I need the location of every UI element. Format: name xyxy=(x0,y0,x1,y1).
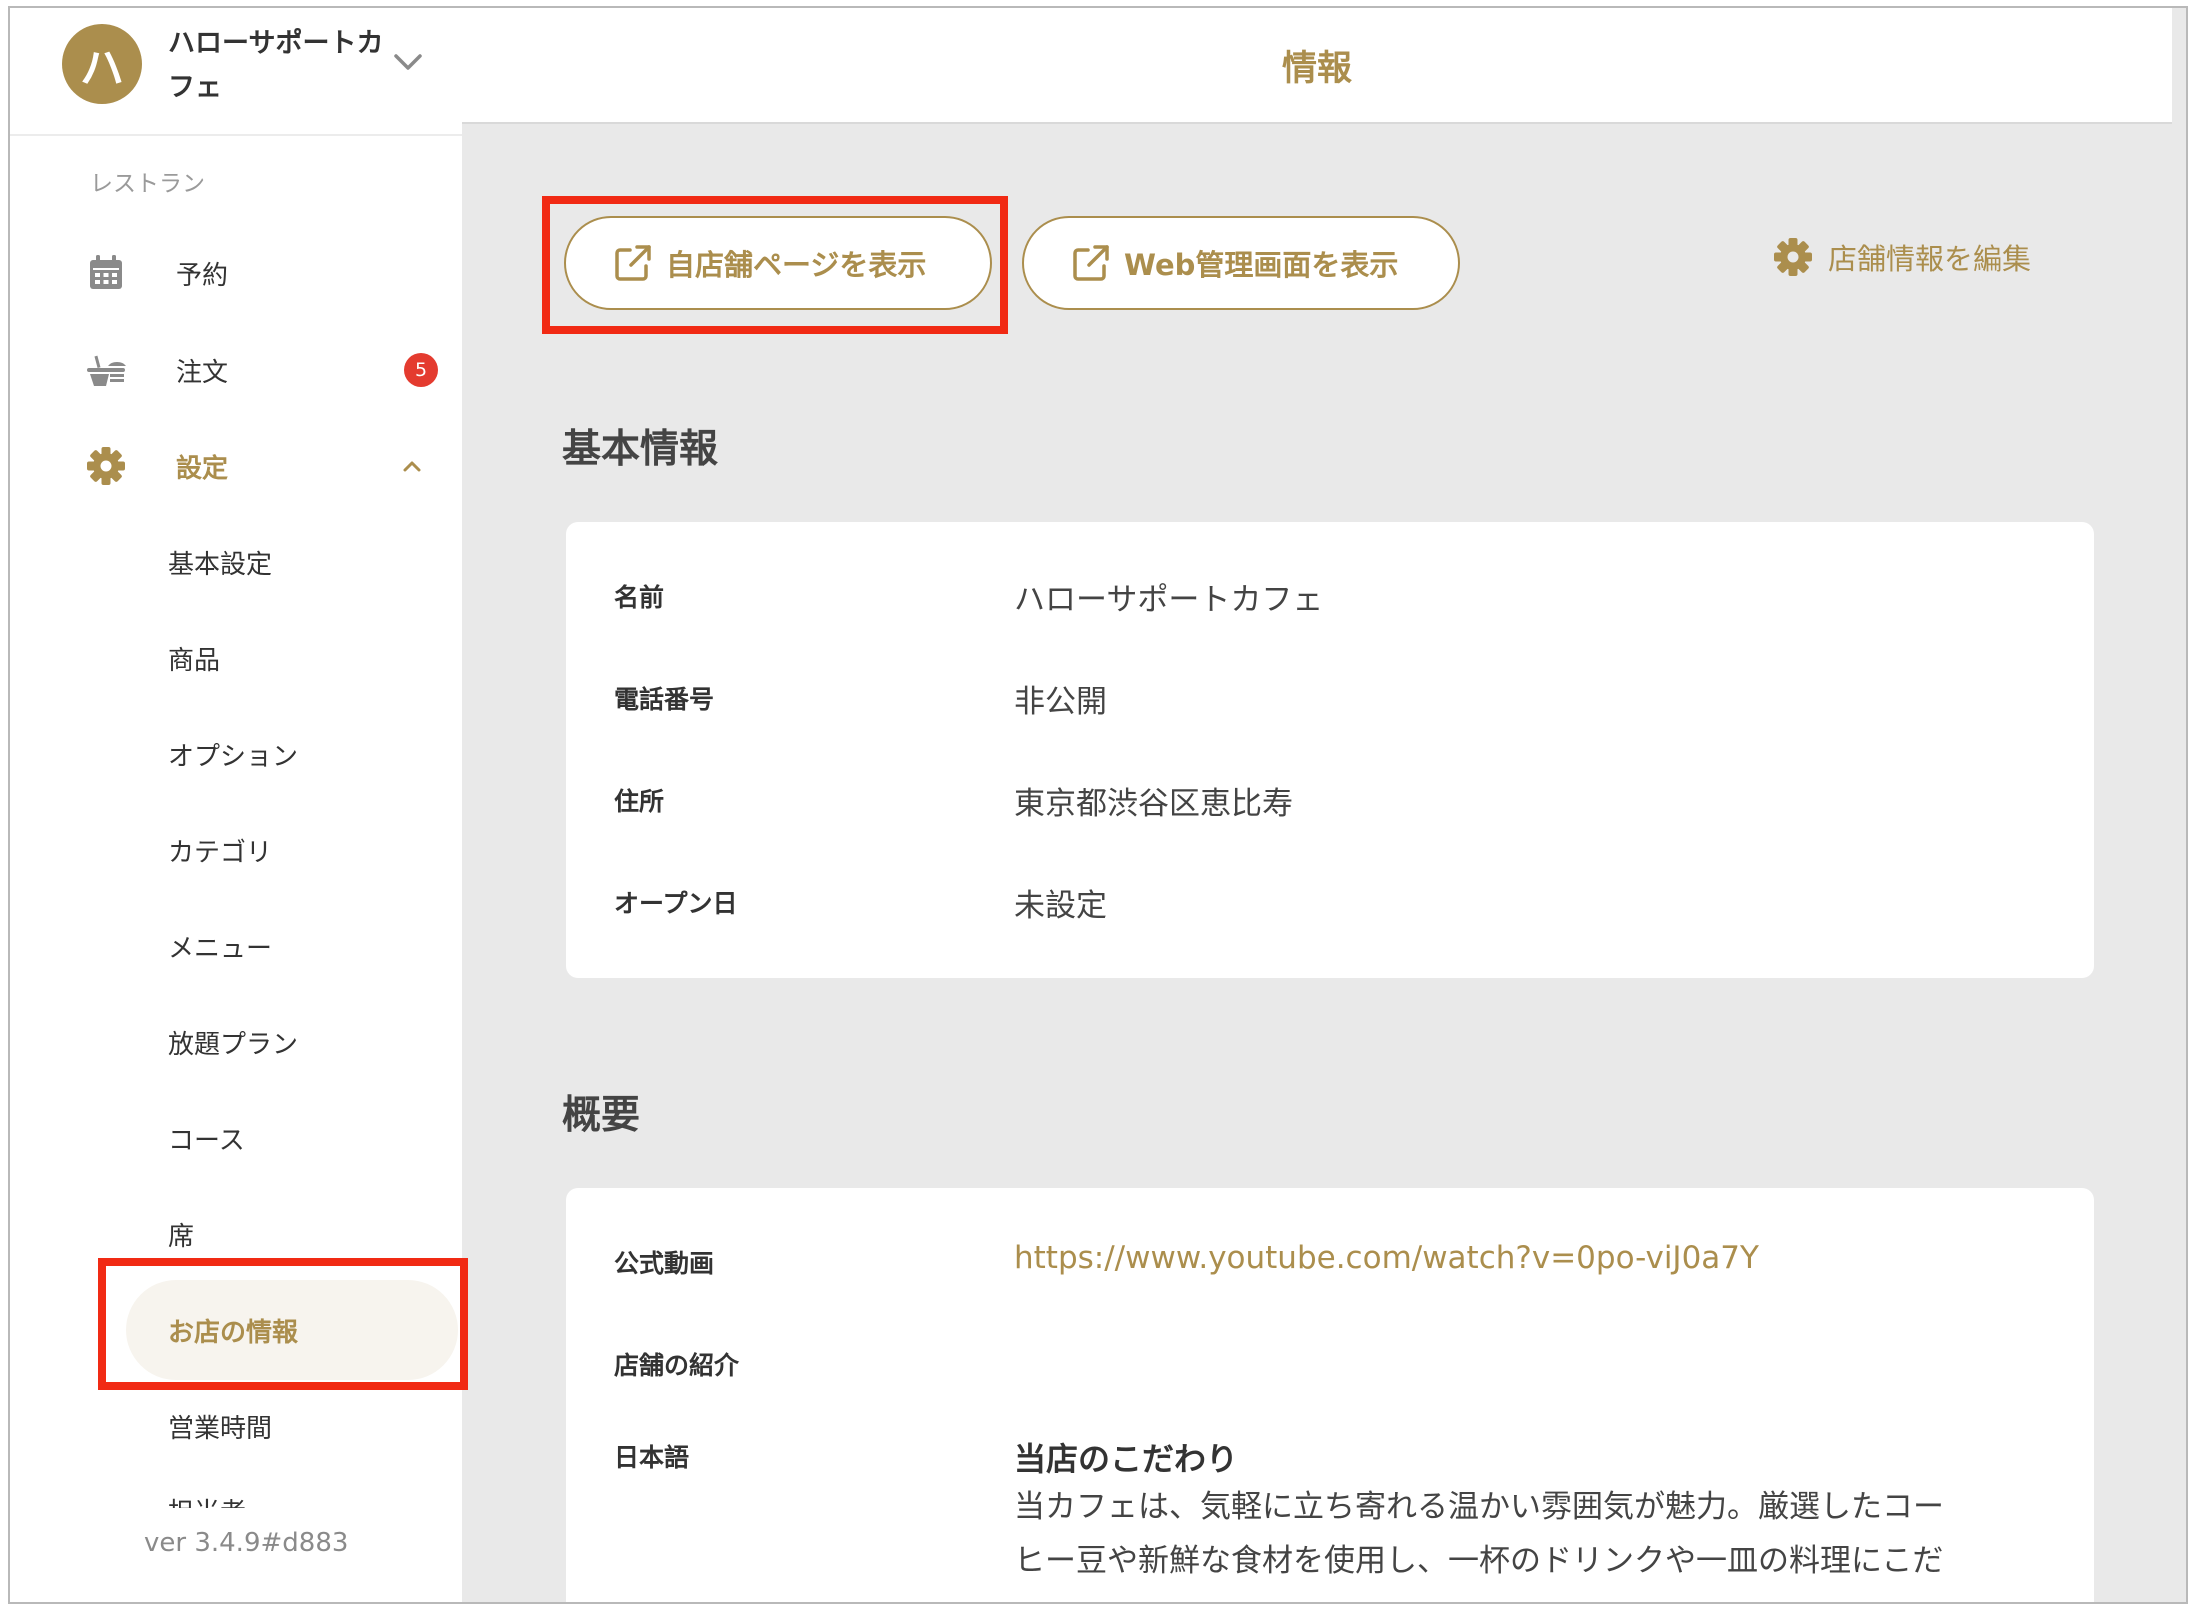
basic-info-card: 名前 ハローサポートカフェ 電話番号 非公開 住所 東京都渋谷区恵比寿 オープン… xyxy=(566,522,2094,978)
official-video-label: 公式動画 xyxy=(614,1249,715,1278)
version-label: ver 3.4.9#d883 xyxy=(144,1528,349,1558)
sidebar-subitem-label: 担当者 xyxy=(168,1492,246,1508)
app-window: ハ ハローサポートカフェ レストラン 予約 注文 5 設定 基本設定 商品 オプ… xyxy=(8,6,2188,1604)
sidebar-subitem-options[interactable]: オプション xyxy=(10,714,462,794)
chevron-down-icon[interactable] xyxy=(388,42,428,82)
sidebar-subitem-menu[interactable]: メニュー xyxy=(10,906,462,986)
external-link-icon xyxy=(1073,245,1109,281)
chevron-up-icon[interactable] xyxy=(394,448,430,484)
sidebar-item-orders[interactable]: 注文 5 xyxy=(10,330,462,410)
overview-card: 公式動画 https://www.youtube.com/watch?v=0po… xyxy=(566,1188,2094,1602)
opening-date-value: 未設定 xyxy=(1014,888,1107,924)
opening-date-label: オープン日 xyxy=(614,889,738,918)
sidebar-subitem-label: 席 xyxy=(168,1221,195,1252)
gear-icon xyxy=(1774,238,1812,276)
phone-value: 非公開 xyxy=(1014,684,1107,720)
sidebar-item-label: 予約 xyxy=(176,260,229,291)
food-tray-icon xyxy=(84,348,128,392)
sidebar-item-settings[interactable]: 設定 xyxy=(10,426,462,506)
name-label: 名前 xyxy=(614,583,665,612)
edit-store-info-button[interactable]: 店舗情報を編集 xyxy=(1772,236,2031,278)
page-title: 情報 xyxy=(1281,48,1352,89)
calendar-icon xyxy=(84,251,128,295)
language-label: 日本語 xyxy=(614,1443,690,1472)
highlight-box-view-store-page xyxy=(542,196,1008,334)
basic-info-title: 基本情報 xyxy=(562,427,719,472)
sidebar-subitem-all-you-can-plans[interactable]: 放題プラン xyxy=(10,1002,462,1082)
sidebar-subitem-label: カテゴリ xyxy=(168,837,273,868)
sidebar-subitem-products[interactable]: 商品 xyxy=(10,618,462,698)
sidebar-item-label: 注文 xyxy=(176,357,229,388)
section-label-restaurant: レストラン xyxy=(90,171,205,197)
highlight-box-store-info xyxy=(98,1258,468,1390)
sidebar-subitem-categories[interactable]: カテゴリ xyxy=(10,810,462,890)
view-web-admin-button[interactable]: Web管理画面を表示 xyxy=(1022,216,1460,310)
gear-icon xyxy=(84,444,128,488)
avatar: ハ xyxy=(62,24,142,104)
intro-heading: 当店のこだわり xyxy=(1014,1440,1239,1478)
intro-body: 当カフェは、気軽に立ち寄れる温かい雰囲気が魅力。厳選したコー ヒー豆や新鮮な食材… xyxy=(1014,1480,2054,1588)
overview-title: 概要 xyxy=(562,1093,641,1138)
store-name: ハローサポートカフェ xyxy=(168,28,384,103)
store-intro-label: 店舗の紹介 xyxy=(614,1351,740,1380)
order-count-badge: 5 xyxy=(404,353,438,387)
name-value: ハローサポートカフェ xyxy=(1014,582,1324,618)
button-label: Web管理画面を表示 xyxy=(1124,248,1399,282)
intro-body-line: ヒー豆や新鮮な食材を使用し、一杯のドリンクや一皿の料理にこだ xyxy=(1014,1543,1944,1579)
sidebar-subitem-label: コース xyxy=(168,1125,245,1156)
address-label: 住所 xyxy=(614,787,665,816)
store-switcher[interactable]: ハ ハローサポートカフェ xyxy=(10,8,462,136)
sidebar-subitem-label: 基本設定 xyxy=(168,549,273,580)
sidebar-subitem-label: オプション xyxy=(168,741,299,772)
intro-body-line: 当カフェは、気軽に立ち寄れる温かい雰囲気が魅力。厳選したコー xyxy=(1014,1489,1944,1525)
sidebar-subitem-business-hours[interactable]: 営業時間 xyxy=(10,1386,462,1466)
address-value: 東京都渋谷区恵比寿 xyxy=(1014,786,1293,822)
sidebar-subitem-courses[interactable]: コース xyxy=(10,1098,462,1178)
sidebar-subitem-label: 放題プラン xyxy=(168,1029,299,1060)
sidebar-subitem-label: 商品 xyxy=(168,645,221,676)
sidebar-subitem-label: メニュー xyxy=(168,933,273,964)
sidebar-subitem-label: 営業時間 xyxy=(168,1413,273,1444)
button-label: 店舗情報を編集 xyxy=(1828,242,2032,276)
sidebar-item-label: 設定 xyxy=(176,453,229,484)
official-video-link[interactable]: https://www.youtube.com/watch?v=0po-viJ0… xyxy=(1014,1240,1759,1276)
phone-label: 電話番号 xyxy=(614,685,715,714)
sidebar-subitem-basic-settings[interactable]: 基本設定 xyxy=(10,522,462,602)
page-header: 情報 xyxy=(462,8,2172,124)
sidebar-subitem-staff[interactable]: 担当者 xyxy=(10,1482,462,1508)
sidebar-item-reservations[interactable]: 予約 xyxy=(10,233,462,313)
